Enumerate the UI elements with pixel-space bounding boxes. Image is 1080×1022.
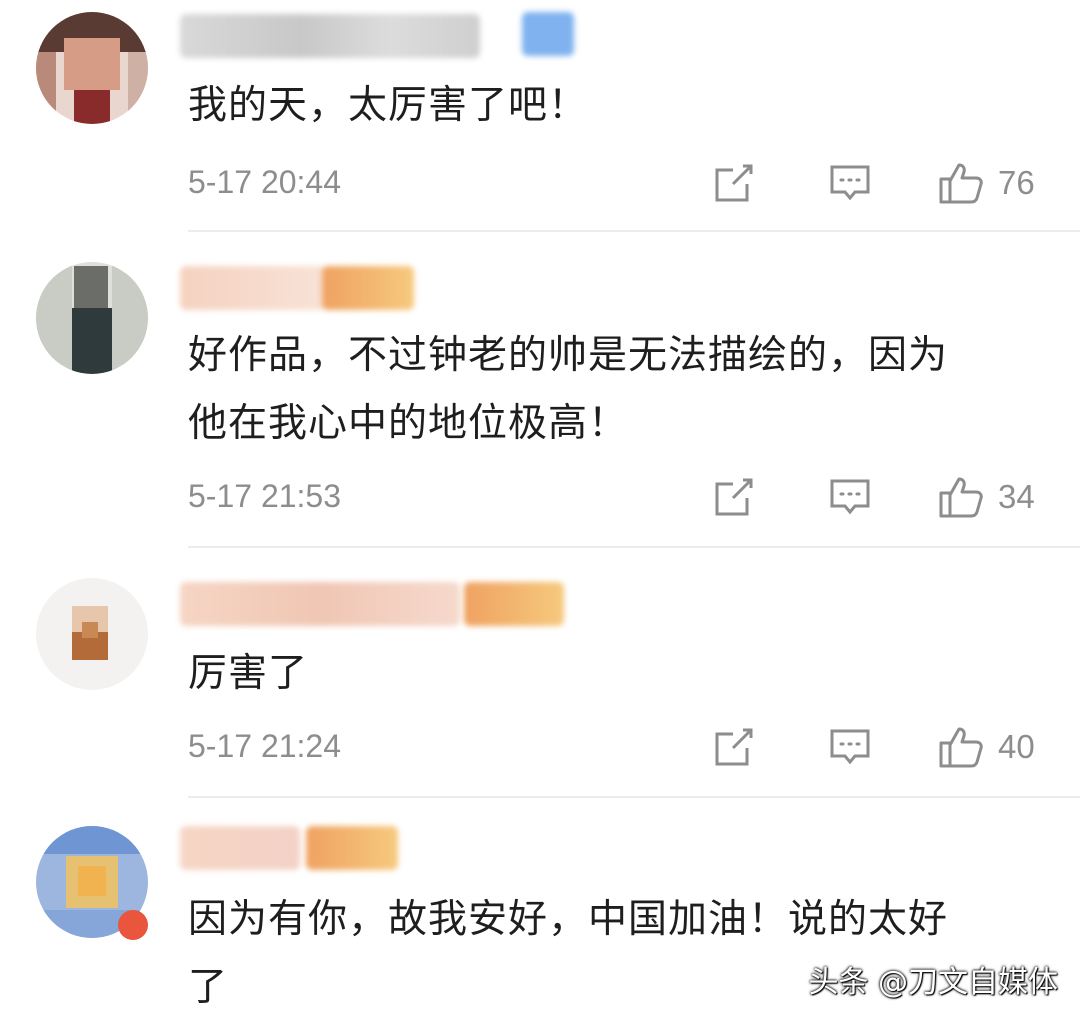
watermark: 头条 @刀文自媒体 (808, 965, 1058, 1000)
share-button[interactable] (713, 162, 755, 204)
like-count: 76 (998, 164, 1035, 201)
like-count: 40 (998, 728, 1035, 765)
reply-button[interactable] (829, 162, 871, 204)
username[interactable] (180, 582, 460, 626)
thumbs-up-icon (939, 477, 983, 518)
comment-icon (830, 729, 870, 765)
reply-button[interactable] (829, 726, 871, 768)
username[interactable] (180, 266, 325, 310)
divider (188, 230, 1080, 232)
thumbs-up-icon (939, 727, 983, 768)
like-count: 34 (998, 478, 1035, 515)
share-icon (715, 164, 753, 202)
username[interactable] (180, 14, 480, 58)
like-button[interactable]: 40 (938, 724, 1035, 770)
comment-text: 好作品，不过钟老的帅是无法描绘的，因为 他在我心中的地位极高！ (188, 333, 949, 446)
share-icon (715, 728, 753, 766)
avatar[interactable] (36, 12, 148, 124)
user-badge (522, 12, 574, 56)
avatar[interactable] (36, 262, 148, 374)
thumbs-up-icon (939, 163, 983, 204)
avatar[interactable] (36, 578, 148, 690)
share-button[interactable] (713, 476, 755, 518)
share-button[interactable] (713, 726, 755, 768)
comment-text: 我的天，太厉害了吧！ (188, 83, 589, 128)
verified-badge (118, 910, 148, 940)
comment-icon (830, 479, 870, 515)
username[interactable] (180, 826, 300, 870)
comment-text: 因为有你，故我安好，中国加油！说的太好 了 (188, 897, 949, 1010)
comment-time: 5-17 20:44 (188, 164, 342, 200)
comment-time: 5-17 21:24 (188, 728, 342, 764)
user-badge (322, 266, 414, 310)
user-badge (306, 826, 398, 870)
like-button[interactable]: 76 (938, 160, 1035, 206)
reply-button[interactable] (829, 476, 871, 518)
share-icon (715, 478, 753, 516)
divider (188, 546, 1080, 548)
comment-time: 5-17 21:53 (188, 478, 342, 514)
user-badge (464, 582, 564, 626)
comment-icon (830, 165, 870, 201)
comment-text: 厉害了 (188, 651, 309, 696)
divider (188, 796, 1080, 798)
like-button[interactable]: 34 (938, 474, 1035, 520)
